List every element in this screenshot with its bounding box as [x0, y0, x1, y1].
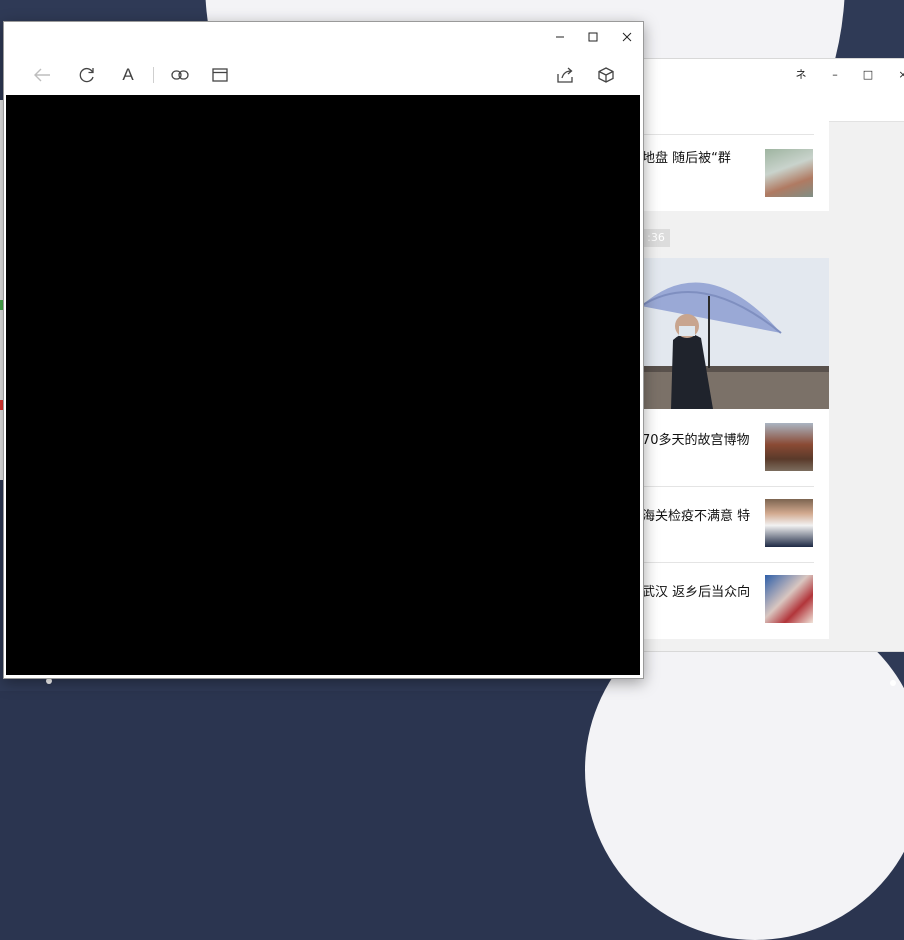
maximize-button[interactable]: □	[856, 65, 880, 85]
toolbar-separator	[153, 67, 154, 83]
news-title[interactable]: 地盘 随后被“群	[642, 147, 760, 166]
close-icon	[622, 32, 632, 42]
back-button[interactable]	[31, 64, 53, 86]
refresh-icon	[79, 67, 94, 83]
minimize-icon	[556, 36, 564, 38]
news-thumbnail[interactable]	[765, 575, 813, 623]
share-icon	[557, 67, 573, 83]
maximize-icon	[588, 32, 598, 42]
link-button[interactable]	[169, 64, 191, 86]
divider	[642, 134, 814, 135]
news-title[interactable]: 海关检疫不满意 特	[642, 505, 760, 524]
divider	[642, 486, 814, 487]
timestamp-badge: :36	[642, 229, 670, 247]
wallpaper-star	[890, 680, 896, 686]
3d-box-button[interactable]	[595, 64, 617, 86]
minimize-button[interactable]	[545, 26, 575, 48]
news-titlebar: ネ – □ ×	[601, 59, 904, 122]
content-viewport[interactable]	[6, 95, 640, 675]
news-title[interactable]: 武汉 返乡后当众向	[642, 581, 760, 600]
font-icon: A	[122, 65, 134, 84]
divider	[642, 562, 814, 563]
3d-box-icon	[598, 67, 614, 83]
news-thumbnail[interactable]	[765, 423, 813, 471]
news-title[interactable]: 70多天的故宫博物	[642, 429, 760, 448]
minimize-button[interactable]: –	[823, 65, 847, 85]
close-button[interactable]	[612, 26, 642, 48]
window-icon	[212, 68, 228, 82]
pin-button[interactable]: ネ	[789, 65, 813, 85]
link-icon	[171, 70, 189, 80]
share-button[interactable]	[554, 64, 576, 86]
browser-window: A	[3, 21, 644, 679]
close-button[interactable]: ×	[891, 65, 904, 85]
news-thumbnail[interactable]	[765, 499, 813, 547]
news-thumbnail[interactable]	[765, 149, 813, 197]
back-arrow-icon	[34, 68, 50, 82]
window-button[interactable]	[209, 64, 231, 86]
maximize-button[interactable]	[578, 26, 608, 48]
refresh-button[interactable]	[76, 64, 98, 86]
news-app-window: ネ – □ × 地盘 随后被“群 :36 70多天的故宫博物 海	[600, 58, 904, 652]
font-button[interactable]: A	[117, 64, 139, 86]
